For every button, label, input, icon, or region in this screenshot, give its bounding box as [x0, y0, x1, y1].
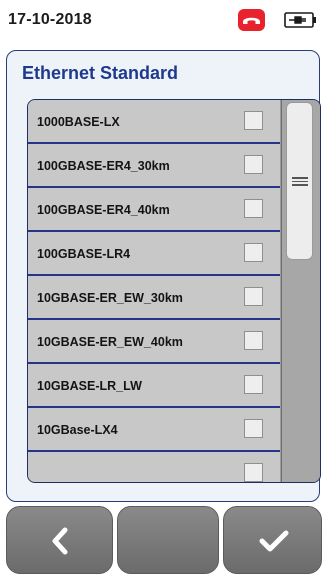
list-item-label: 100GBASE-ER4_40km: [37, 203, 170, 217]
list-scrollbar[interactable]: [281, 100, 320, 482]
blank-button[interactable]: [117, 506, 219, 574]
standard-list: 1000BASE-LX 100GBASE-ER4_30km 100GBASE-E…: [27, 99, 321, 483]
list-item-label: 10GBASE-ER_EW_30km: [37, 291, 183, 305]
list-item-label: 10GBASE-LR_LW: [37, 379, 142, 393]
grip-lines-icon: [292, 177, 308, 186]
battery-plug-icon: [284, 12, 316, 28]
status-bar: 17-10-2018: [0, 0, 326, 40]
list-item-checkbox[interactable]: [244, 111, 263, 130]
chevron-left-icon: [52, 527, 68, 555]
scrollbar-thumb[interactable]: [286, 102, 313, 260]
list-item[interactable]: 1000BASE-LX: [28, 100, 280, 144]
list-item-checkbox[interactable]: [244, 375, 263, 394]
standard-list-items[interactable]: 1000BASE-LX 100GBASE-ER4_30km 100GBASE-E…: [28, 100, 280, 482]
list-item-checkbox[interactable]: [244, 199, 263, 218]
list-item[interactable]: [28, 452, 280, 482]
bottom-button-bar: [0, 504, 326, 574]
list-item[interactable]: 100GBASE-ER4_40km: [28, 188, 280, 232]
list-item[interactable]: 10GBase-LX4: [28, 408, 280, 452]
list-item[interactable]: 100GBASE-LR4: [28, 232, 280, 276]
list-item-label: 10GBase-LX4: [37, 423, 118, 437]
list-item-label: 100GBASE-LR4: [37, 247, 131, 261]
list-item[interactable]: 10GBASE-ER_EW_40km: [28, 320, 280, 364]
list-item-checkbox[interactable]: [244, 463, 263, 482]
list-item[interactable]: 10GBASE-ER_EW_30km: [28, 276, 280, 320]
list-item-checkbox[interactable]: [244, 243, 263, 262]
status-date: 17-10-2018: [8, 11, 92, 28]
list-item-checkbox[interactable]: [244, 331, 263, 350]
checkmark-icon: [259, 530, 289, 552]
page-title: Ethernet Standard: [22, 63, 179, 83]
back-button[interactable]: [6, 506, 113, 574]
list-item-label: 1000BASE-LX: [37, 115, 120, 129]
list-item-checkbox[interactable]: [244, 155, 263, 174]
phone-hangup-icon[interactable]: [238, 9, 265, 31]
confirm-button[interactable]: [223, 506, 322, 574]
list-item-checkbox[interactable]: [244, 287, 263, 306]
list-item-label: 10GBASE-ER_EW_40km: [37, 335, 183, 349]
list-item[interactable]: 100GBASE-ER4_30km: [28, 144, 280, 188]
list-item-label: 100GBASE-ER4_30km: [37, 159, 170, 173]
list-item-checkbox[interactable]: [244, 419, 263, 438]
ethernet-standard-panel: Ethernet Standard 1000BASE-LX 100GBASE-E…: [6, 50, 321, 502]
list-item[interactable]: 10GBASE-LR_LW: [28, 364, 280, 408]
